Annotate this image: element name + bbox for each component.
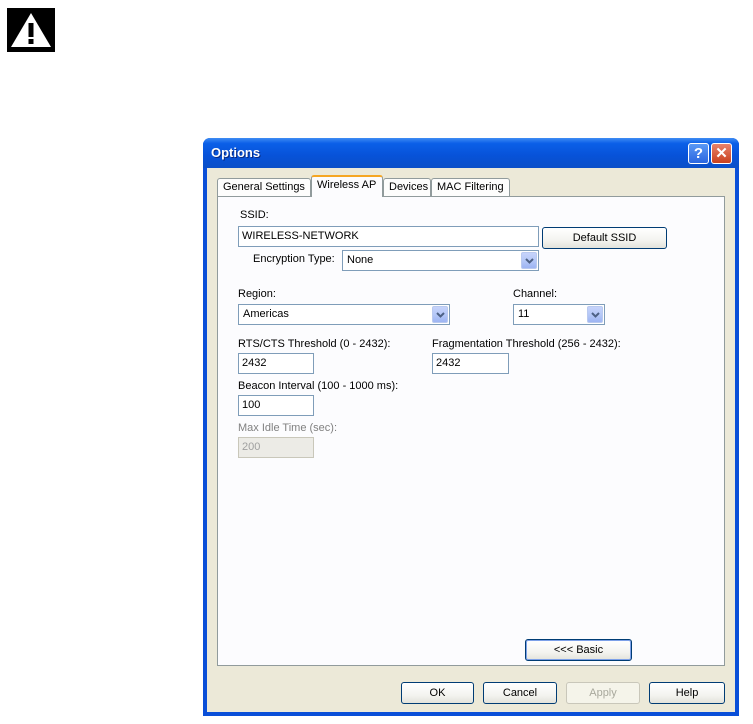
warning-icon [7, 8, 55, 52]
ssid-field[interactable]: WIRELESS-NETWORK [238, 226, 539, 247]
encryption-type-select[interactable]: None [342, 250, 539, 271]
channel-label: Channel: [513, 288, 558, 300]
rts-cts-threshold-field[interactable]: 2432 [238, 353, 314, 374]
encryption-type-value: None [347, 254, 374, 266]
apply-button: Apply [566, 682, 640, 704]
encryption-type-label: Encryption Type: [253, 253, 335, 265]
region-select[interactable]: Americas [238, 304, 450, 325]
beacon-interval-field[interactable]: 100 [238, 395, 314, 416]
region-label: Region: [238, 288, 276, 300]
channel-value: 11 [518, 308, 530, 320]
title-bar[interactable]: Options ? ✕ [203, 138, 739, 168]
fragmentation-threshold-label: Fragmentation Threshold (256 - 2432): [432, 338, 621, 350]
rts-cts-threshold-label: RTS/CTS Threshold (0 - 2432): [238, 338, 391, 350]
tab-mac-filtering[interactable]: MAC Filtering [431, 178, 510, 196]
default-ssid-button[interactable]: Default SSID [542, 227, 667, 249]
help-title-button[interactable]: ? [688, 143, 709, 164]
cancel-button[interactable]: Cancel [483, 682, 557, 704]
basic-button[interactable]: <<< Basic [525, 639, 632, 661]
dialog-client: General Settings Wireless AP Devices MAC… [207, 168, 735, 712]
beacon-interval-label: Beacon Interval (100 - 1000 ms): [238, 380, 399, 392]
chevron-down-icon[interactable] [587, 306, 603, 323]
dialog-title: Options [211, 145, 261, 160]
help-button[interactable]: Help [649, 682, 725, 704]
chevron-down-icon[interactable] [432, 306, 448, 323]
region-value: Americas [243, 308, 289, 320]
chevron-down-icon[interactable] [521, 252, 537, 269]
ssid-label: SSID: [240, 209, 269, 221]
channel-select[interactable]: 11 [513, 304, 605, 325]
close-button[interactable]: ✕ [711, 143, 732, 164]
max-idle-time-field: 200 [238, 437, 314, 458]
tab-wireless-ap[interactable]: Wireless AP [311, 175, 383, 197]
options-dialog: Options ? ✕ General Settings Wireless AP… [203, 138, 739, 716]
fragmentation-threshold-field[interactable]: 2432 [432, 353, 509, 374]
max-idle-time-label: Max Idle Time (sec): [238, 422, 338, 434]
ok-button[interactable]: OK [401, 682, 474, 704]
tab-devices[interactable]: Devices [383, 178, 431, 196]
wireless-ap-panel: SSID: WIRELESS-NETWORK Default SSID Encr… [217, 196, 725, 666]
tab-general-settings[interactable]: General Settings [217, 178, 311, 196]
